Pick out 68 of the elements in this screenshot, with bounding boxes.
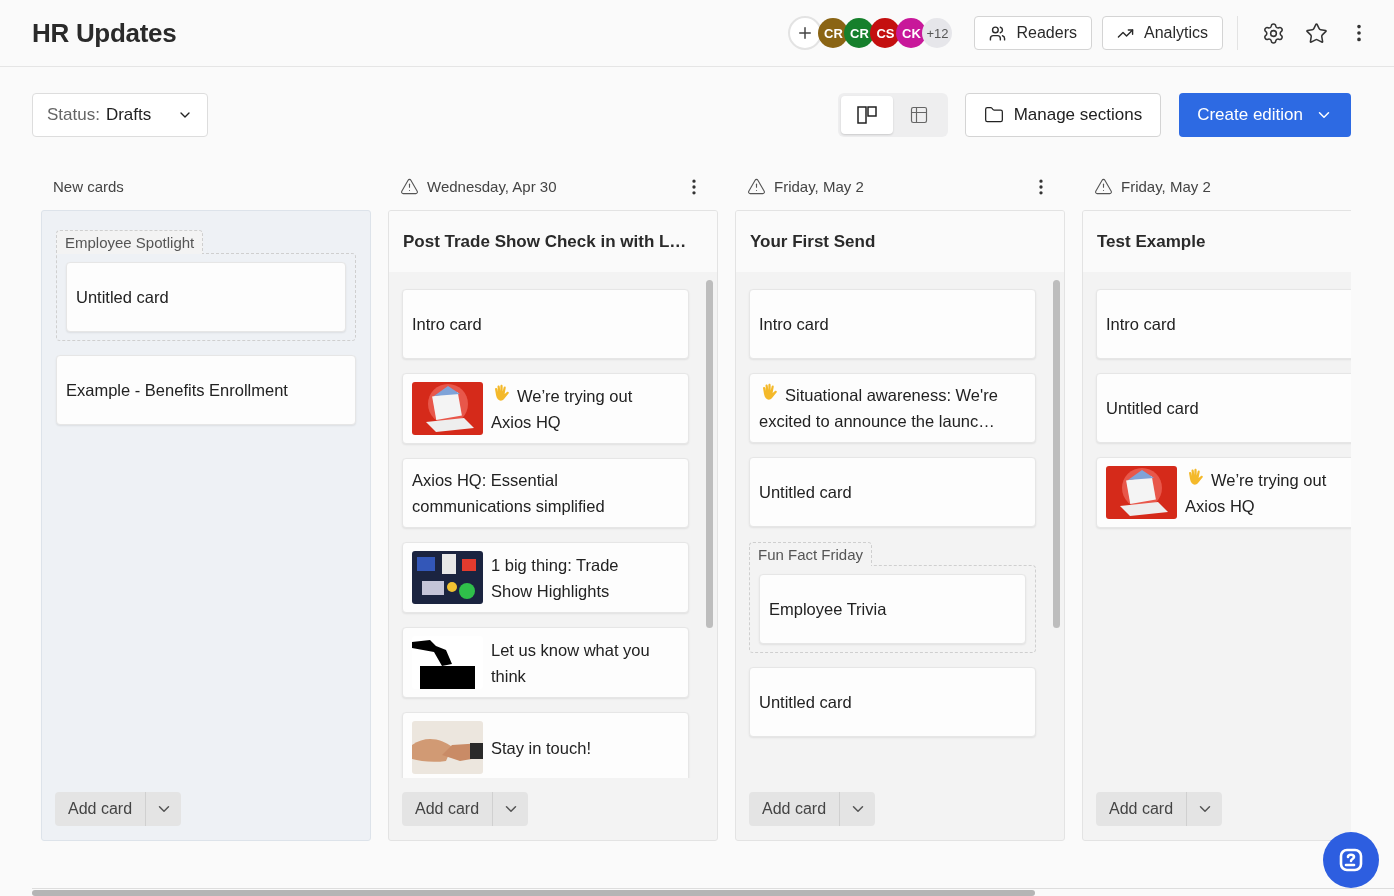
add-card-button[interactable]: Add card xyxy=(402,792,493,826)
help-chat-button[interactable] xyxy=(1323,832,1379,888)
add-card-menu-button[interactable] xyxy=(492,792,529,826)
card[interactable]: Situational awareness: We're excited to announce the launc… xyxy=(749,373,1036,443)
card[interactable]: Intro card xyxy=(749,289,1036,359)
card[interactable]: Untitled card xyxy=(66,262,346,332)
column-header: Friday, May 2 xyxy=(1121,178,1212,195)
card[interactable]: Intro card xyxy=(1096,289,1351,359)
add-card-button[interactable]: Add card xyxy=(55,792,146,826)
card-title: Untitled card xyxy=(1106,398,1199,419)
warning-icon xyxy=(400,177,419,196)
card-title: Situational awareness: We're excited to announce the launc… xyxy=(759,382,1026,434)
help-chat-icon xyxy=(1337,846,1365,874)
section-label: Employee Spotlight xyxy=(56,230,204,254)
add-card-menu-button[interactable] xyxy=(839,792,876,826)
card[interactable]: Intro card xyxy=(402,289,689,359)
add-card-menu-button[interactable] xyxy=(1186,792,1223,826)
table-icon xyxy=(908,105,929,125)
card[interactable]: Example - Benefits Enrollment xyxy=(56,355,356,425)
card-title: Axios HQ: Essential communications simplified xyxy=(412,470,606,517)
page-title: HR Updates xyxy=(32,17,178,49)
card-title: Intro card xyxy=(759,314,829,335)
card[interactable]: 1 big thing: Trade Show Highlights xyxy=(402,542,689,613)
card-title: Stay in touch! xyxy=(491,737,591,759)
card-title: Untitled card xyxy=(76,287,169,308)
card-title: Untitled card xyxy=(759,482,852,503)
warning-icon xyxy=(747,177,766,196)
card-title: We’re trying out Axios HQ xyxy=(491,382,657,435)
edition-title: Test Example xyxy=(1083,211,1351,272)
users-icon xyxy=(989,24,1007,42)
card[interactable]: Let us know what you think xyxy=(402,627,689,698)
scrollbar-thumb[interactable] xyxy=(1053,280,1060,628)
readers-button[interactable]: Readers xyxy=(974,16,1092,50)
card[interactable]: Untitled card xyxy=(749,667,1036,737)
scrollbar-thumb[interactable] xyxy=(706,280,713,628)
card[interactable]: We’re trying out Axios HQ xyxy=(1096,457,1351,528)
card[interactable]: Employee Trivia xyxy=(759,574,1026,644)
card[interactable]: Untitled card xyxy=(749,457,1036,527)
analytics-button[interactable]: Analytics xyxy=(1101,16,1223,50)
card-title: Intro card xyxy=(412,314,482,335)
card-title: Employee Trivia xyxy=(769,599,887,620)
card[interactable]: Stay in touch! xyxy=(402,712,689,778)
folder-icon xyxy=(983,105,1004,125)
add-card-button[interactable]: Add card xyxy=(749,792,840,826)
card[interactable]: Axios HQ: Essential communications simplified xyxy=(402,458,689,528)
card-title: Let us know what you think xyxy=(491,639,651,687)
card-title: Example - Benefits Enrollment xyxy=(66,380,288,401)
horizontal-scrollbar-thumb[interactable] xyxy=(32,890,1035,896)
warning-icon xyxy=(1094,177,1113,196)
card-title: Untitled card xyxy=(759,692,852,713)
add-card-button[interactable]: Add card xyxy=(1096,792,1187,826)
edition-title: Your First Send xyxy=(736,211,1064,272)
edition-title: Post Trade Show Check in with L… xyxy=(389,211,717,272)
card-title: We’re trying out Axios HQ xyxy=(1185,466,1351,519)
column-header: Wednesday, Apr 30 xyxy=(427,178,558,195)
card[interactable]: We’re trying out Axios HQ xyxy=(402,373,689,444)
card-title: 1 big thing: Trade Show Highlights xyxy=(491,554,620,602)
create-edition-button[interactable]: Create edition xyxy=(1179,93,1351,137)
card-title: Intro card xyxy=(1106,314,1176,335)
columns-icon xyxy=(855,105,878,125)
manage-sections-button[interactable]: Manage sections xyxy=(964,93,1162,137)
section-label: Fun Fact Friday xyxy=(749,542,873,566)
status-dropdown[interactable]: Status: Drafts xyxy=(32,93,208,137)
more-avatars-count[interactable]: +12 xyxy=(922,18,953,48)
board-view-tab[interactable] xyxy=(840,96,893,134)
column-header: New cards xyxy=(53,178,125,195)
card[interactable]: Untitled card xyxy=(1096,373,1351,443)
column-header: Friday, May 2 xyxy=(774,178,865,195)
